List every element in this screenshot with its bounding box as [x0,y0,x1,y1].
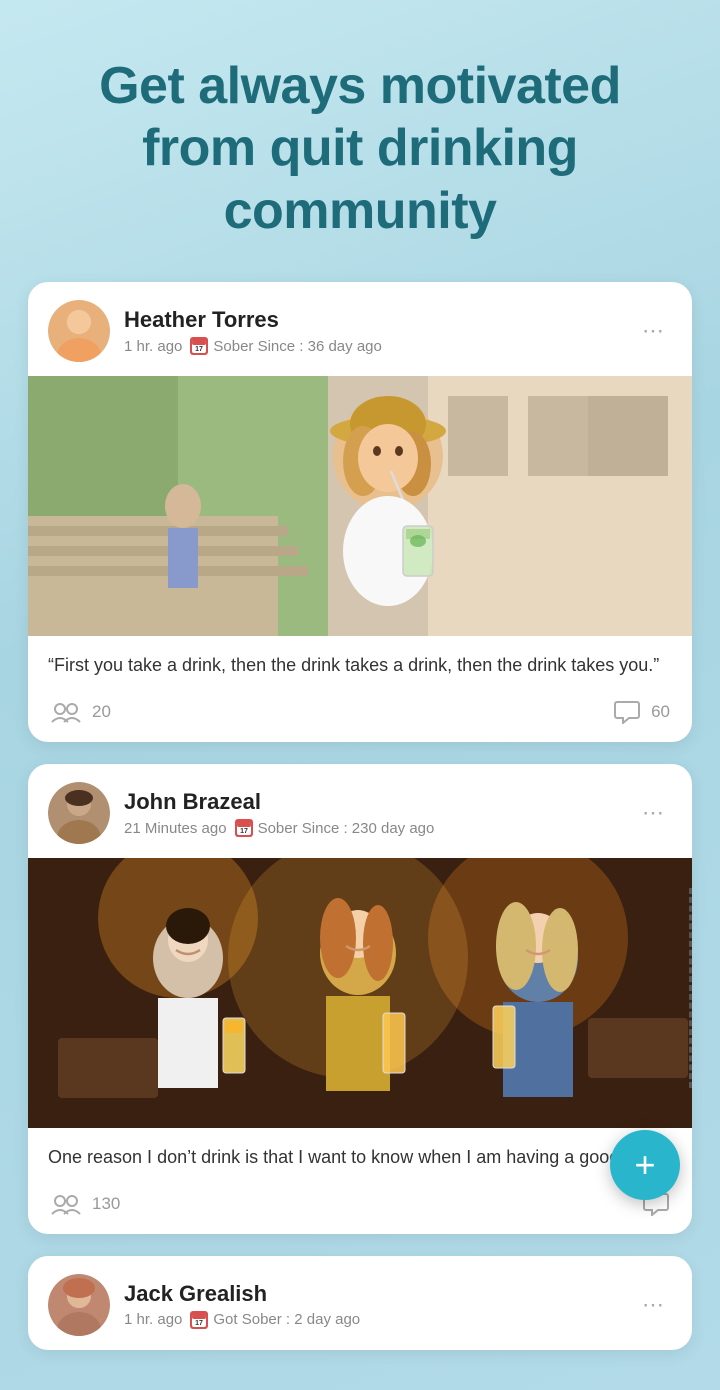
like-reaction[interactable]: 20 [50,700,111,724]
user-meta: 1 hr. ago 17 Sober Since : 36 day ago [124,337,620,355]
header-section: Get always motivated from quit drinking … [0,0,720,282]
people-icon-john [50,1192,82,1216]
avatar-jack [48,1274,110,1336]
user-name: Heather Torres [124,307,620,333]
calendar-icon-jack: 17 [190,1311,208,1329]
avatar-john [48,782,110,844]
post-card-heather: Heather Torres 1 hr. ago 17 Sober Since … [28,282,692,742]
page-title: Get always motivated from quit drinking … [50,55,670,242]
sober-badge: 17 Sober Since : 36 day ago [190,337,381,355]
calendar-icon: 17 [190,337,208,355]
card-header: Heather Torres 1 hr. ago 17 Sober Since … [28,282,692,376]
svg-text:17: 17 [195,1320,203,1327]
card-footer-john: 130 [28,1180,692,1234]
comment-count: 60 [651,702,670,722]
sober-label: Sober Since : 36 day ago [213,338,381,355]
more-options-button[interactable]: ⋯ [634,316,672,346]
sober-badge-jack: 17 Got Sober : 2 day ago [190,1311,360,1329]
post-card-john: John Brazeal 21 Minutes ago 17 Sober Sin… [28,764,692,1234]
user-info-jack: Jack Grealish 1 hr. ago 17 Got Sober : 2… [124,1281,620,1329]
sober-badge-john: 17 Sober Since : 230 day ago [235,819,435,837]
card-footer: 20 60 [28,688,692,742]
svg-text:17: 17 [195,346,203,353]
comment-reaction[interactable]: 60 [613,700,670,724]
sober-label-jack: Got Sober : 2 day ago [213,1311,360,1328]
fab-add-button[interactable]: + [610,1130,680,1200]
card-body: “First you take a drink, then the drink … [28,636,692,688]
comment-icon [613,700,641,724]
like-count: 20 [92,702,111,722]
user-name-john: John Brazeal [124,789,620,815]
post-quote-john: One reason I don’t drink is that I want … [48,1144,672,1172]
post-image-heather [28,376,692,636]
like-count-john: 130 [92,1194,120,1214]
user-info-john: John Brazeal 21 Minutes ago 17 Sober Sin… [124,789,620,837]
svg-text:17: 17 [240,828,248,835]
fab-plus-icon: + [634,1147,655,1183]
post-card-jack: Jack Grealish 1 hr. ago 17 Got Sober : 2… [28,1256,692,1350]
user-meta-jack: 1 hr. ago 17 Got Sober : 2 day ago [124,1311,620,1329]
more-options-button-john[interactable]: ⋯ [634,798,672,828]
user-info-heather: Heather Torres 1 hr. ago 17 Sober Since … [124,307,620,355]
feed-container: Heather Torres 1 hr. ago 17 Sober Since … [0,282,720,1350]
avatar-heather [48,300,110,362]
user-name-jack: Jack Grealish [124,1281,620,1307]
post-quote: “First you take a drink, then the drink … [48,652,672,680]
user-meta-john: 21 Minutes ago 17 Sober Since : 230 day … [124,819,620,837]
card-header-john: John Brazeal 21 Minutes ago 17 Sober Sin… [28,764,692,858]
time-ago-john: 21 Minutes ago [124,820,227,837]
time-ago: 1 hr. ago [124,338,182,355]
people-icon [50,700,82,724]
more-options-button-jack[interactable]: ⋯ [634,1290,672,1320]
card-body-john: One reason I don’t drink is that I want … [28,1128,692,1180]
like-reaction-john[interactable]: 130 [50,1192,120,1216]
calendar-icon-john: 17 [235,819,253,837]
card-header-jack: Jack Grealish 1 hr. ago 17 Got Sober : 2… [28,1256,692,1350]
sober-label-john: Sober Since : 230 day ago [258,820,435,837]
time-ago-jack: 1 hr. ago [124,1311,182,1328]
post-image-john [28,858,692,1128]
